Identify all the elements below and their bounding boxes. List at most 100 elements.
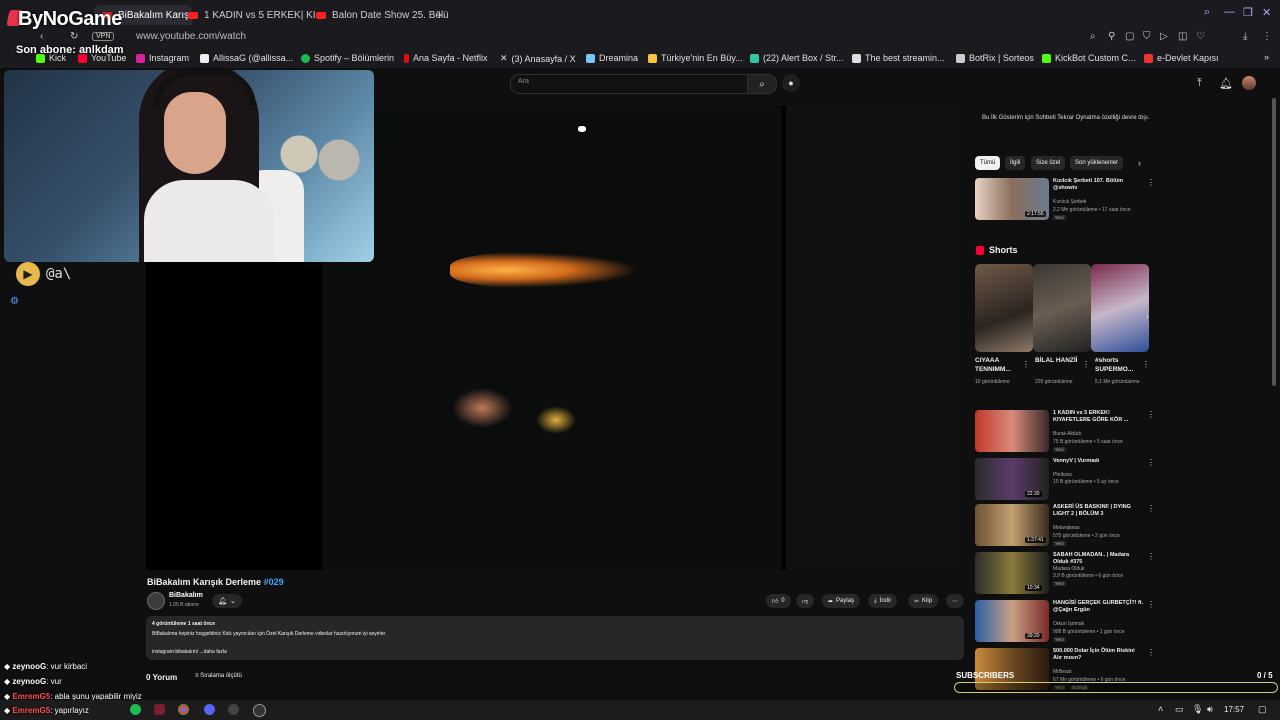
- page-scrollbar[interactable]: [1272, 98, 1276, 386]
- bookmark-tiktok[interactable]: AllissaG (@allissa...: [200, 53, 293, 63]
- more-icon[interactable]: ⋮: [1147, 552, 1155, 561]
- chip-recent[interactable]: Son yüklenenler: [1070, 156, 1124, 170]
- headset: [154, 70, 256, 106]
- discord-icon[interactable]: [204, 704, 215, 715]
- chrome-icon[interactable]: [178, 704, 189, 715]
- search-input[interactable]: [510, 74, 748, 94]
- more-actions-button[interactable]: ⋯: [946, 594, 964, 608]
- channel-name[interactable]: BiBakalım: [169, 592, 203, 599]
- menu-icon[interactable]: ⋮: [1262, 31, 1272, 42]
- chat-message: ◆ EmremG5: yapırlayız: [4, 706, 89, 715]
- bookmark-alertbox[interactable]: (22) Alert Box / Str...: [750, 53, 844, 63]
- tab-2[interactable]: 1 KADIN vs 5 ERKEK| KIY: [180, 5, 316, 25]
- more-icon[interactable]: ⋮: [1142, 360, 1150, 369]
- short-thumbnail[interactable]: [1033, 264, 1091, 352]
- short-thumbnail[interactable]: [975, 264, 1033, 352]
- maximize-icon[interactable]: ❐: [1243, 6, 1253, 19]
- more-icon[interactable]: ⋮: [1147, 504, 1155, 513]
- reload-icon[interactable]: ↻: [70, 31, 78, 42]
- bookmark-edevlet[interactable]: e-Devlet Kapısı: [1144, 53, 1219, 63]
- bookmark-spotify[interactable]: Spotify – Bölümlerin: [301, 53, 394, 63]
- clip-button[interactable]: ✂ Klip: [908, 594, 939, 608]
- chip-all[interactable]: Tümü: [975, 156, 1001, 170]
- bookmark-streaming[interactable]: The best streamin...: [852, 53, 945, 63]
- more-icon[interactable]: ⋮: [1147, 458, 1155, 467]
- more-icon[interactable]: ⋮: [1147, 410, 1155, 419]
- chip-for-you[interactable]: Size özel: [1031, 156, 1066, 170]
- vpn-badge[interactable]: VPN: [92, 32, 115, 41]
- overlay-handle: @a\: [46, 266, 72, 282]
- voice-search-button[interactable]: ●: [782, 74, 800, 92]
- bookmark-instagram[interactable]: Instagram: [136, 53, 189, 63]
- bookmark-kickbot[interactable]: KickBot Custom C...: [1042, 53, 1136, 63]
- minimize-icon[interactable]: —: [1224, 6, 1235, 18]
- video-meta: 2,2 Mn görüntüleme • 17 saat önce: [1053, 207, 1131, 213]
- heart-icon[interactable]: ♡: [1196, 31, 1205, 42]
- chevron-right-icon[interactable]: ›: [1146, 312, 1149, 321]
- recommended-video[interactable]: 2:17:55 Kızılcık Şerbeti 107. Bölüm @sho…: [975, 178, 1155, 222]
- shield-icon[interactable]: ⛉: [1143, 31, 1151, 42]
- bookmark-turkiye[interactable]: Türkiye'nin En Büy...: [648, 53, 743, 63]
- recommended-video[interactable]: 1:37:41 ASKERİ ÜS BASKINI! | DYING LIGHT…: [975, 504, 1155, 548]
- chip-related[interactable]: İlgili: [1005, 156, 1026, 170]
- zoom-icon[interactable]: ⌕: [1090, 31, 1096, 42]
- recommended-video[interactable]: 1 KADIN vs 5 ERKEK! KIYAFETLERE GÖRE KÖR…: [975, 410, 1155, 454]
- dreamina-icon: [586, 53, 595, 63]
- app-icon[interactable]: [154, 704, 165, 715]
- x-icon: ✕: [500, 53, 508, 63]
- video-channel: Melanijanas: [1053, 525, 1080, 531]
- search-tabs-icon[interactable]: ⌕: [1204, 6, 1210, 19]
- bookmarks-overflow-icon[interactable]: »: [1264, 52, 1269, 62]
- download-button[interactable]: ⤓ İndir: [868, 594, 898, 608]
- bookmark-dreamina[interactable]: Dreamina: [586, 53, 638, 63]
- bell-icon[interactable]: 🔔︎: [1219, 77, 1233, 90]
- account-avatar[interactable]: [1242, 76, 1256, 90]
- tab-3[interactable]: Balon Date Show 25. Bölü: [308, 5, 448, 25]
- share-button[interactable]: ➦ Paylaş: [822, 594, 861, 608]
- sort-comments-button[interactable]: ≡ Sıralama ölçütü: [195, 673, 242, 679]
- video-fire-shape: [536, 406, 576, 434]
- chevron-right-icon[interactable]: ›: [1138, 158, 1141, 168]
- description-box[interactable]: [146, 616, 964, 660]
- volume-icon[interactable]: 🔊︎: [1207, 704, 1213, 715]
- short-thumbnail[interactable]: [1091, 264, 1149, 352]
- play-icon[interactable]: ▷: [1160, 31, 1168, 42]
- notification-icon[interactable]: ▢: [1258, 704, 1267, 715]
- bookmark-netflix[interactable]: Ana Sayfa - Netflix: [404, 53, 488, 63]
- tray-expand-icon[interactable]: ˄: [1158, 704, 1163, 714]
- video-channel: Burak Aktürk: [1053, 431, 1082, 437]
- app-icon[interactable]: [253, 704, 266, 717]
- tray-app-icon[interactable]: ▭: [1175, 704, 1184, 715]
- download-icon[interactable]: ⤓: [1243, 31, 1247, 42]
- more-icon[interactable]: ⋮: [1022, 360, 1030, 369]
- spotify-icon[interactable]: [130, 704, 141, 715]
- bookmark-x[interactable]: ✕ (3) Anasayfa / X: [500, 53, 576, 64]
- back-icon[interactable]: ‹: [40, 31, 43, 42]
- video-meta: 3,9 B görüntüleme • 6 gün önce: [1053, 573, 1124, 579]
- dislike-button[interactable]: 👎︎: [796, 594, 815, 608]
- wallet-icon[interactable]: ◫: [1178, 31, 1187, 42]
- address-bar[interactable]: www.youtube.com/watch: [136, 31, 246, 42]
- new-tab-button[interactable]: +: [436, 8, 443, 22]
- pin-icon[interactable]: ⚲: [1108, 31, 1115, 42]
- close-icon[interactable]: ✕: [1262, 6, 1271, 19]
- video-title: 500.000 Dolar İçin Ölüm Riskini Alır mıs…: [1053, 648, 1135, 661]
- channel-avatar[interactable]: [147, 592, 165, 610]
- screenshot-icon[interactable]: ▢: [1125, 31, 1134, 42]
- obs-icon[interactable]: [228, 704, 239, 715]
- more-icon[interactable]: ⋮: [1147, 178, 1155, 187]
- description-more[interactable]: instagram:bibakalım/ ...daha fazla: [152, 649, 227, 655]
- bookmark-botrix[interactable]: BotRix | Sorteos: [956, 53, 1034, 63]
- more-icon[interactable]: ⋮: [1082, 360, 1090, 369]
- recommended-video[interactable]: 39:20 HANGİSİ GERÇEK GURBETÇİ?! ft. @Çağ…: [975, 600, 1155, 644]
- recommended-video[interactable]: 10:34 SABAH OLMADAN.. | Madara Olduk #37…: [975, 552, 1155, 596]
- microphone-icon[interactable]: 🎙︎: [1192, 704, 1203, 715]
- subscription-bell-button[interactable]: 🔔︎ ⌄: [212, 594, 242, 608]
- upload-icon[interactable]: ⤒: [1197, 77, 1202, 90]
- like-button[interactable]: 👍︎ 0: [766, 594, 791, 608]
- video-hashtag[interactable]: #029: [264, 577, 284, 587]
- more-icon[interactable]: ⋮: [1147, 600, 1155, 609]
- more-icon[interactable]: ⋮: [1147, 648, 1155, 657]
- search-button[interactable]: ⌕: [747, 74, 777, 94]
- recommended-video[interactable]: 22:30 VennyV | Vurmadı Phriksss 10 B gör…: [975, 458, 1155, 502]
